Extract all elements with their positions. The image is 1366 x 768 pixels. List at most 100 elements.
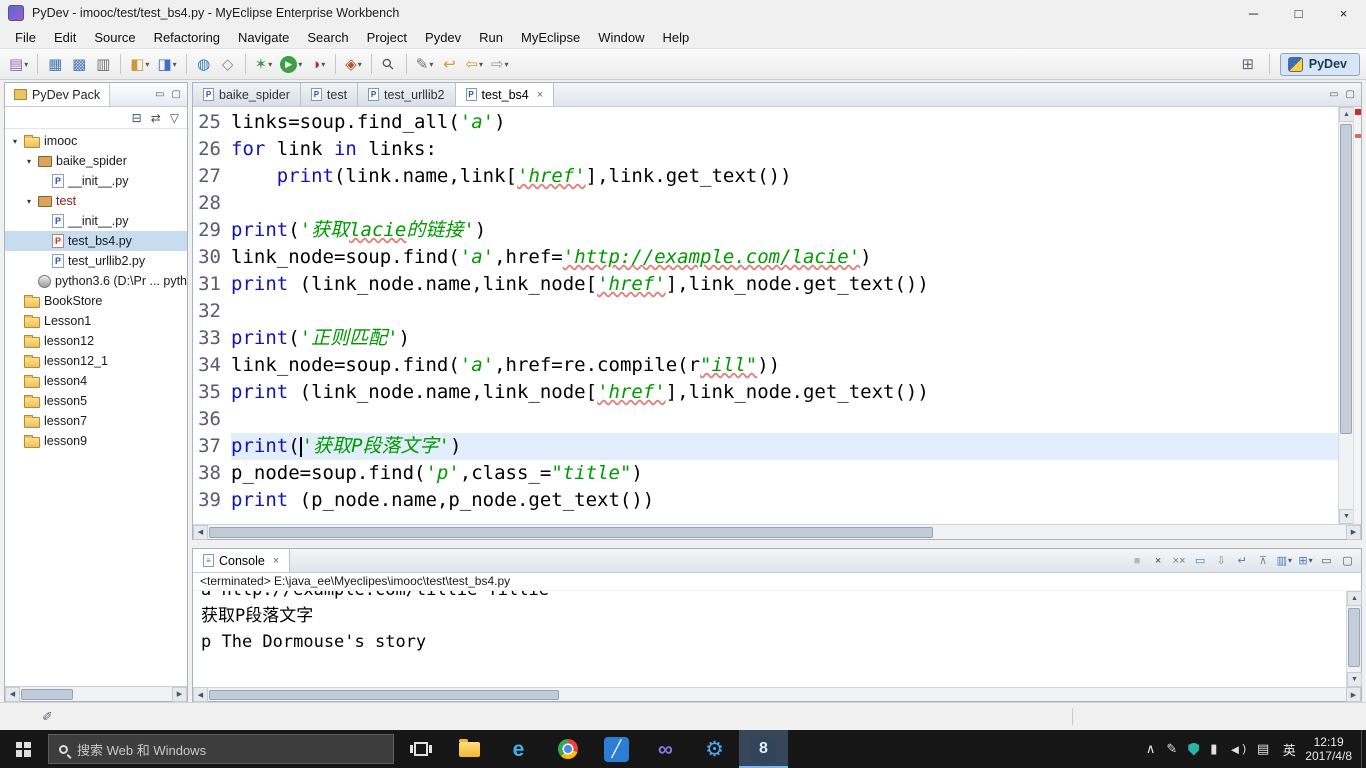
scroll-left-icon[interactable]: ◀ bbox=[193, 525, 208, 540]
open-perspective-button[interactable]: ⊞ bbox=[1237, 52, 1259, 76]
tree-item-init-py[interactable]: P__init__.py bbox=[5, 211, 187, 231]
security-shield-icon[interactable] bbox=[1188, 743, 1199, 756]
console-output[interactable]: a http://example.com/tillie Tillie获取P段落文… bbox=[193, 591, 1346, 687]
scroll-down-icon[interactable]: ▼ bbox=[1339, 509, 1354, 524]
visual-studio-button[interactable]: ∞ bbox=[641, 730, 690, 768]
menu-pydev[interactable]: Pydev bbox=[416, 28, 470, 47]
close-console-icon[interactable]: × bbox=[273, 555, 279, 567]
scrollbar-thumb[interactable] bbox=[21, 689, 73, 700]
tree-item-test-urllib2-py[interactable]: Ptest_urllib2.py bbox=[5, 251, 187, 271]
toolbar-print-button[interactable]: ▥ bbox=[92, 52, 114, 76]
code-line-36[interactable]: 36 bbox=[193, 406, 1338, 433]
code-line-33[interactable]: 33print('正则匹配') bbox=[193, 325, 1338, 352]
toolbar-back-button[interactable]: ⇦▾ bbox=[462, 52, 486, 76]
tree-item-lesson12[interactable]: lesson12 bbox=[5, 331, 187, 351]
toolbar-forward-button[interactable]: ⇨▾ bbox=[488, 52, 512, 76]
toolbar-new-wizard-button[interactable]: ▤▾ bbox=[6, 52, 31, 76]
menu-search[interactable]: Search bbox=[298, 28, 357, 47]
code-line-29[interactable]: 29print('获取lacie的链接') bbox=[193, 217, 1338, 244]
console-vscrollbar[interactable]: ▲ ▼ bbox=[1346, 591, 1361, 687]
menu-file[interactable]: File bbox=[6, 28, 45, 47]
myeclipse-running-app-button[interactable]: 8 bbox=[739, 730, 788, 768]
toolbar-save-all-button[interactable]: ▩ bbox=[68, 52, 90, 76]
toolbar-run-button[interactable]: ▶▾ bbox=[277, 52, 305, 76]
toolbar-run-external-tools-button[interactable]: ◈▾ bbox=[342, 52, 365, 76]
code-line-27[interactable]: 27 print(link.name,link['href'],link.get… bbox=[193, 163, 1338, 190]
error-marker-icon[interactable] bbox=[1355, 134, 1361, 138]
menu-edit[interactable]: Edit bbox=[45, 28, 85, 47]
code-line-25[interactable]: 25links=soup.find_all('a') bbox=[193, 109, 1338, 136]
display-selected-console-button[interactable]: ▥▾ bbox=[1275, 551, 1294, 570]
menu-navigate[interactable]: Navigate bbox=[229, 28, 298, 47]
sash[interactable] bbox=[192, 540, 1362, 548]
view-menu-icon[interactable]: ▽ bbox=[170, 111, 179, 125]
show-desktop-button[interactable] bbox=[1361, 730, 1366, 768]
file-explorer-button[interactable] bbox=[445, 730, 494, 768]
tree-item-python3-6-d-pr-pyth[interactable]: python3.6 (D:\Pr ... pyth bbox=[5, 271, 187, 291]
tree-item-lesson12-1[interactable]: lesson12_1 bbox=[5, 351, 187, 371]
close-button[interactable]: × bbox=[1321, 0, 1366, 26]
pin-console-button[interactable]: ⊼ bbox=[1254, 551, 1273, 570]
tree-item-lesson9[interactable]: lesson9 bbox=[5, 431, 187, 451]
explorer-view-tab[interactable]: PyDev Pack bbox=[5, 83, 110, 106]
hidden-icons-chevron-icon[interactable]: ∧ bbox=[1146, 741, 1156, 757]
editor-vscrollbar[interactable]: ▲ ▼ bbox=[1338, 107, 1353, 524]
code-line-35[interactable]: 35print (link_node.name,link_node['href'… bbox=[193, 379, 1338, 406]
editor-tab-test-bs4[interactable]: Ptest_bs4× bbox=[456, 83, 555, 106]
tree-item-init-py[interactable]: P__init__.py bbox=[5, 171, 187, 191]
taskbar-clock[interactable]: 12:19 2017/4/8 bbox=[1302, 730, 1361, 768]
toolbar-new-pydev-package-button[interactable]: ◧▾ bbox=[127, 52, 152, 76]
tree-item-lesson1[interactable]: Lesson1 bbox=[5, 311, 187, 331]
open-console-button[interactable]: ⊞▾ bbox=[1296, 551, 1315, 570]
code-line-31[interactable]: 31print (link_node.name,link_node['href'… bbox=[193, 271, 1338, 298]
chrome-browser-button[interactable] bbox=[543, 730, 592, 768]
expand-arrow-icon[interactable]: ▾ bbox=[24, 157, 34, 166]
scrollbar-track[interactable] bbox=[1347, 606, 1361, 672]
code-line-34[interactable]: 34link_node=soup.find('a',href=re.compil… bbox=[193, 352, 1338, 379]
explorer-hscrollbar[interactable]: ◀ ▶ bbox=[5, 686, 187, 701]
minimize-view-button[interactable]: ▭ bbox=[1317, 551, 1336, 570]
code-line-26[interactable]: 26for link in links: bbox=[193, 136, 1338, 163]
toolbar-search-button[interactable]: ⚲ bbox=[378, 52, 400, 76]
tree-item-baike-spider[interactable]: ▾baike_spider bbox=[5, 151, 187, 171]
editor-tab-test[interactable]: Ptest bbox=[301, 83, 358, 106]
tree-item-bookstore[interactable]: BookStore bbox=[5, 291, 187, 311]
menu-source[interactable]: Source bbox=[85, 28, 144, 47]
tree-item-lesson7[interactable]: lesson7 bbox=[5, 411, 187, 431]
scroll-right-icon[interactable]: ▶ bbox=[172, 687, 187, 702]
touch-keyboard-icon[interactable]: ▤ bbox=[1257, 741, 1269, 757]
scroll-up-icon[interactable]: ▲ bbox=[1347, 591, 1362, 606]
expand-arrow-icon[interactable]: ▾ bbox=[10, 137, 20, 146]
toolbar-open-element-button[interactable]: ◇ bbox=[217, 52, 239, 76]
editor-minimize-icon[interactable]: ▭ bbox=[1329, 89, 1338, 100]
editor-hscrollbar[interactable]: ◀ ▶ bbox=[193, 524, 1361, 539]
scroll-up-icon[interactable]: ▲ bbox=[1339, 107, 1354, 122]
battery-icon[interactable]: ▮ bbox=[1210, 741, 1217, 757]
clear-console-button[interactable]: ▭ bbox=[1191, 551, 1210, 570]
scroll-down-icon[interactable]: ▼ bbox=[1347, 672, 1362, 687]
menu-run[interactable]: Run bbox=[470, 28, 512, 47]
taskbar-search[interactable]: 搜索 Web 和 Windows bbox=[48, 734, 394, 764]
code-line-30[interactable]: 30link_node=soup.find('a',href='http://e… bbox=[193, 244, 1338, 271]
explorer-maximize-icon[interactable]: ▢ bbox=[172, 89, 181, 100]
start-button[interactable] bbox=[0, 730, 46, 768]
menu-myeclipse[interactable]: MyEclipse bbox=[512, 28, 589, 47]
volume-icon[interactable]: ◄ bbox=[1228, 742, 1246, 757]
remove-all-launches-button[interactable]: ×× bbox=[1170, 551, 1189, 570]
code-line-38[interactable]: 38p_node=soup.find('p',class_="title") bbox=[193, 460, 1338, 487]
language-indicator[interactable]: 英 bbox=[1276, 730, 1302, 768]
blue-pen-app-button[interactable]: ╱ bbox=[592, 730, 641, 768]
editor-maximize-icon[interactable]: ▢ bbox=[1346, 89, 1355, 100]
scrollbar-track[interactable] bbox=[1339, 122, 1353, 509]
tree-item-lesson5[interactable]: lesson5 bbox=[5, 391, 187, 411]
collapse-all-icon[interactable]: ⊟ bbox=[132, 111, 142, 125]
code-line-37[interactable]: 37print('获取P段落文字') bbox=[193, 433, 1338, 460]
pen-input-icon[interactable]: ✎ bbox=[1166, 741, 1177, 757]
toolbar-save-button[interactable]: ▦ bbox=[44, 52, 66, 76]
code-line-39[interactable]: 39print (p_node.name,p_node.get_text()) bbox=[193, 487, 1338, 514]
editor-tab-test-urllib2[interactable]: Ptest_urllib2 bbox=[358, 83, 455, 106]
word-wrap-button[interactable]: ↵ bbox=[1233, 551, 1252, 570]
task-view-button[interactable] bbox=[396, 730, 445, 768]
error-overview-icon[interactable] bbox=[1355, 109, 1361, 115]
code-line-28[interactable]: 28 bbox=[193, 190, 1338, 217]
